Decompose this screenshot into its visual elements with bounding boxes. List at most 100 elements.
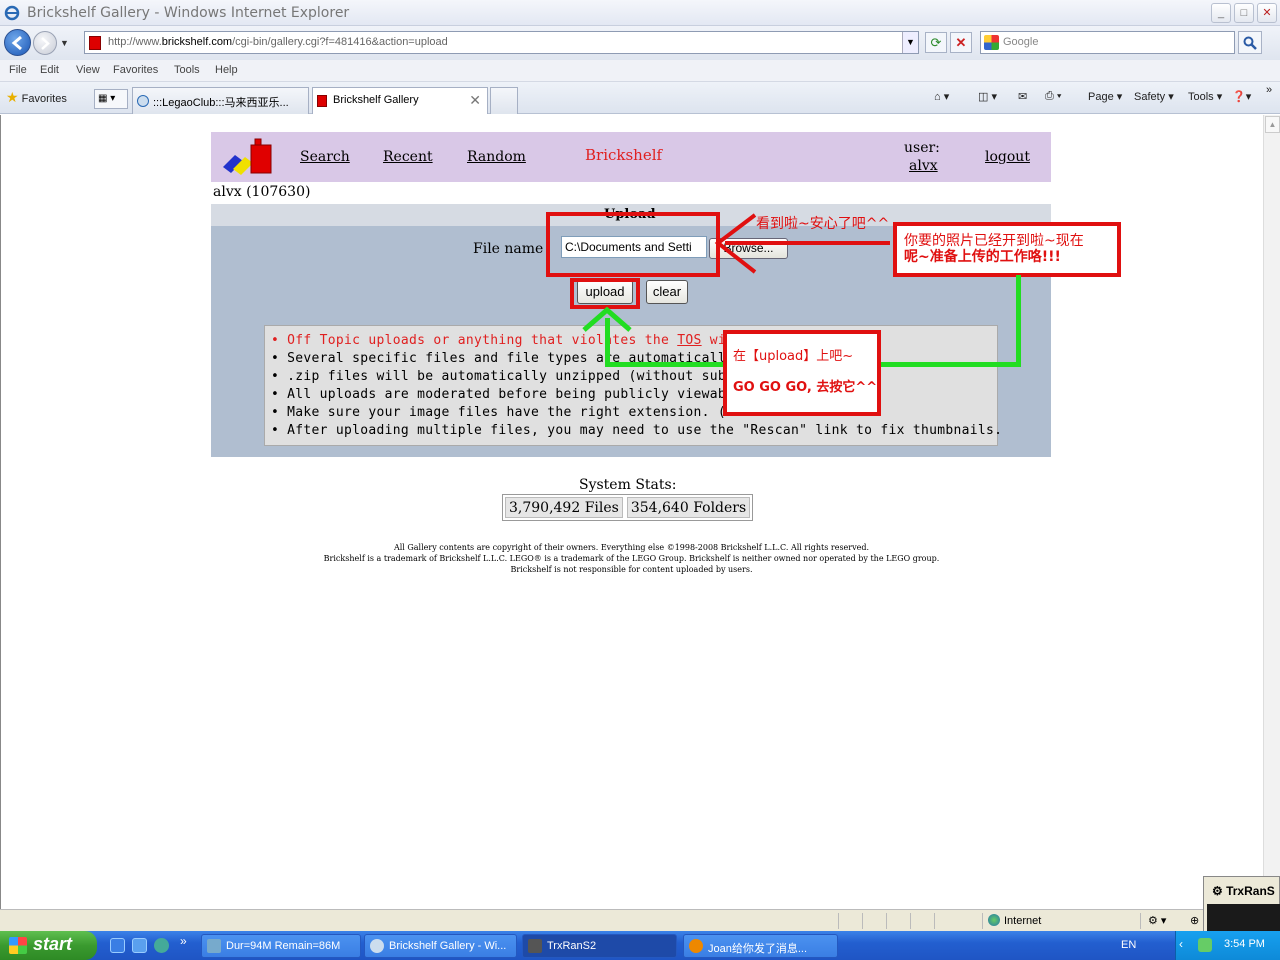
nav-recent-link[interactable]: Recent: [383, 149, 433, 165]
site-header: Search Recent Random Brickshelf user: al…: [211, 132, 1051, 182]
close-tab-icon[interactable]: ✕: [469, 92, 481, 109]
start-button[interactable]: start: [0, 931, 97, 960]
rule-extension: Make sure your image files have the righ…: [271, 405, 1002, 423]
rule-moderation: All uploads are moderated before being p…: [271, 387, 1002, 405]
trxrans-app-icon: [528, 939, 542, 953]
menu-help[interactable]: Help: [215, 64, 238, 76]
new-tab-button[interactable]: [490, 87, 518, 114]
refresh-button[interactable]: ⟳: [925, 32, 947, 53]
tab-legaoclub[interactable]: :::LegaoClub:::马来西亚乐...: [132, 87, 309, 114]
tray-network-icon[interactable]: [1198, 938, 1212, 952]
notification-popup[interactable]: ⚙ TrxRanS: [1203, 876, 1280, 933]
address-bar[interactable]: http://www.brickshelf.com/cgi-bin/galler…: [84, 31, 919, 54]
stop-button[interactable]: ✕: [950, 32, 972, 53]
quick-tabs-button[interactable]: ▦ ▾: [94, 89, 128, 109]
search-input[interactable]: Google: [980, 31, 1235, 54]
upload-rules: Off Topic uploads or anything that viola…: [264, 325, 1002, 446]
search-icon: [1243, 36, 1257, 50]
user-name-link[interactable]: alvx: [909, 158, 938, 174]
chevron-more-icon[interactable]: »: [1266, 84, 1272, 96]
language-indicator[interactable]: EN: [1121, 939, 1136, 951]
back-button[interactable]: [4, 29, 31, 56]
help-icon[interactable]: ❓▾: [1232, 90, 1251, 103]
annotation-opened-text-2: 呢~准备上传的工作咯!!!: [904, 249, 1061, 265]
search-button[interactable]: [1238, 31, 1262, 54]
quicklaunch-ie-icon[interactable]: [110, 938, 125, 953]
google-logo-icon: [984, 35, 999, 50]
task-message[interactable]: Joan给你发了消息...: [683, 934, 838, 958]
close-window-button[interactable]: ✕: [1257, 3, 1277, 23]
protected-mode-icon[interactable]: ⚙ ▾: [1148, 914, 1166, 927]
clock: 3:54 PM: [1224, 938, 1265, 950]
quicklaunch-messenger-icon[interactable]: [154, 938, 169, 953]
nav-search-link[interactable]: Search: [300, 149, 350, 165]
forward-arrow-icon: [41, 37, 50, 50]
download-app-icon: [207, 939, 221, 953]
firefox-app-icon: [689, 939, 703, 953]
print-icon[interactable]: ⎙ ▾: [1045, 90, 1061, 103]
mail-icon[interactable]: ✉: [1018, 90, 1027, 103]
forward-button[interactable]: [33, 31, 57, 55]
task-download[interactable]: Dur=94M Remain=86M: [201, 934, 361, 958]
safety-menu[interactable]: Safety ▾: [1134, 90, 1174, 103]
feeds-icon[interactable]: ◫ ▾: [978, 90, 997, 103]
menu-favorites[interactable]: Favorites: [113, 64, 158, 76]
annotation-green-arrowhead-icon: [582, 306, 632, 332]
task-ie-brickshelf[interactable]: Brickshelf Gallery - Wi...: [364, 934, 517, 958]
logout-link[interactable]: logout: [985, 149, 1030, 165]
clear-button[interactable]: clear: [646, 280, 688, 304]
tos-link[interactable]: TOS: [677, 333, 701, 348]
back-arrow-icon: [11, 35, 22, 51]
task-trxrans[interactable]: TrxRanS2: [522, 934, 677, 958]
window-title: Brickshelf Gallery - Windows Internet Ex…: [27, 5, 350, 21]
menu-view[interactable]: View: [76, 64, 100, 76]
annotation-seen-text: 看到啦~安心了吧^^: [756, 216, 890, 232]
system-stats: 3,790,492 Files 354,640 Folders: [502, 494, 754, 521]
stats-title: System Stats:: [579, 477, 677, 493]
user-label: user:: [904, 140, 940, 156]
quicklaunch-explorer-icon[interactable]: [132, 938, 147, 953]
scroll-up-icon[interactable]: ▲: [1265, 116, 1280, 133]
menu-tools[interactable]: Tools: [174, 64, 200, 76]
search-placeholder: Google: [1003, 36, 1039, 48]
annotation-green-line-vertical: [1016, 275, 1021, 365]
page-footer: All Gallery contents are copyright of th…: [0, 542, 1263, 575]
site-favicon-icon: [89, 36, 101, 50]
vertical-scrollbar[interactable]: ▲: [1263, 115, 1280, 909]
tab-bar: ★ Favorites ▦ ▾ :::LegaoClub:::马来西亚乐... …: [0, 82, 1280, 114]
favorites-button[interactable]: ★ Favorites: [6, 89, 67, 106]
globe-icon: [988, 914, 1000, 926]
security-zone: Internet: [988, 914, 1041, 927]
quicklaunch-more-icon[interactable]: »: [180, 934, 187, 948]
menu-bar: File Edit View Favorites Tools Help: [0, 60, 1280, 82]
page-menu[interactable]: Page ▾: [1088, 90, 1122, 103]
tray-expand-icon[interactable]: ‹: [1179, 937, 1183, 951]
annotation-click-text-1: 在【upload】上吧~: [733, 349, 854, 364]
rule-zip: .zip files will be automatically unzippe…: [271, 369, 1002, 387]
address-dropdown-icon[interactable]: ▼: [902, 32, 918, 53]
tab-brickshelf[interactable]: Brickshelf Gallery ✕: [312, 87, 488, 114]
star-icon: ★: [6, 89, 19, 105]
home-icon[interactable]: ⌂ ▾: [934, 90, 949, 103]
system-tray: ‹ 3:54 PM: [1175, 931, 1280, 960]
annotation-opened-text-1: 你要的照片已经开到啦~现在: [904, 233, 1084, 249]
zoom-icon[interactable]: ⊕: [1190, 914, 1199, 927]
annotation-click-text-2: GO GO GO, 去按它^^: [733, 380, 878, 395]
address-url[interactable]: http://www.brickshelf.com/cgi-bin/galler…: [108, 36, 448, 48]
tools-menu[interactable]: Tools ▾: [1188, 90, 1222, 103]
menu-edit[interactable]: Edit: [40, 64, 59, 76]
footer-trademark: Brickshelf is a trademark of Brickshelf …: [323, 554, 940, 563]
minimize-button[interactable]: _: [1211, 3, 1231, 23]
popup-title: ⚙ TrxRanS: [1212, 884, 1275, 898]
history-dropdown-icon[interactable]: ▼: [60, 38, 69, 48]
popup-body: [1207, 904, 1280, 933]
stats-files: 3,790,492 Files: [505, 497, 623, 518]
nav-random-link[interactable]: Random: [467, 149, 526, 165]
annotation-opened-box: 你要的照片已经开到啦~现在 呢~准备上传的工作咯!!!: [893, 222, 1121, 277]
navigation-bar: ▼ http://www.brickshelf.com/cgi-bin/gall…: [0, 26, 1280, 60]
menu-file[interactable]: File: [9, 64, 27, 76]
maximize-button[interactable]: □: [1234, 3, 1254, 23]
brickshelf-logo-icon[interactable]: [221, 137, 277, 177]
account-info: alvx (107630): [213, 184, 311, 200]
rule-offtopic: Off Topic uploads or anything that viola…: [271, 333, 1002, 351]
